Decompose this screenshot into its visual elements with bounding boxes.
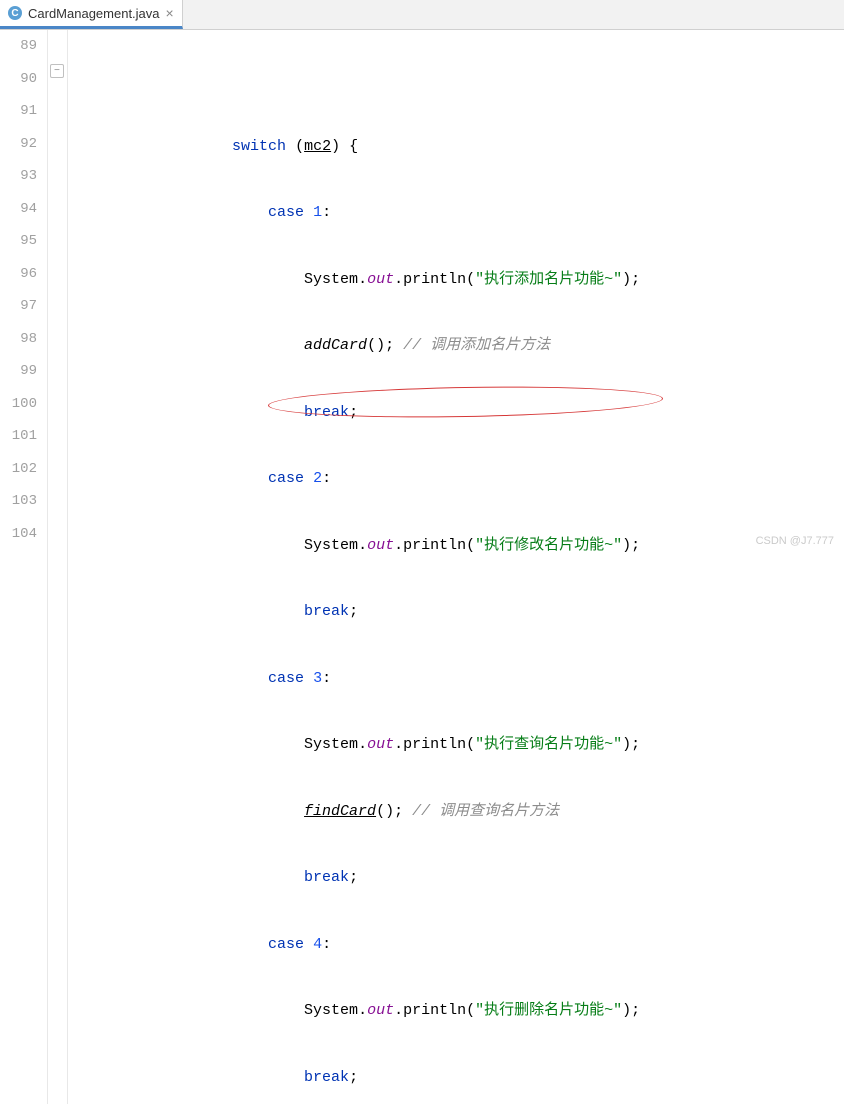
line-number: 90 <box>0 63 37 96</box>
java-class-icon: C <box>8 6 22 20</box>
line-number: 95 <box>0 225 37 258</box>
file-tab[interactable]: C CardManagement.java × <box>0 0 183 29</box>
fold-gutter: − <box>48 30 68 1104</box>
line-number: 104 <box>0 518 37 551</box>
line-number: 101 <box>0 420 37 453</box>
tab-bar: C CardManagement.java × <box>0 0 844 30</box>
line-number: 100 <box>0 388 37 421</box>
line-number: 99 <box>0 355 37 388</box>
line-number: 93 <box>0 160 37 193</box>
code-editor[interactable]: 89 90 91 92 93 94 95 96 97 98 99 100 101… <box>0 30 844 1104</box>
line-number: 94 <box>0 193 37 226</box>
code-area[interactable]: switch (mc2) { case 1: System.out.printl… <box>68 30 640 1104</box>
line-number: 102 <box>0 453 37 486</box>
line-number: 103 <box>0 485 37 518</box>
tab-filename: CardManagement.java <box>28 6 160 21</box>
line-number: 97 <box>0 290 37 323</box>
line-number: 92 <box>0 128 37 161</box>
watermark: CSDN @J7.777 <box>756 535 834 547</box>
line-number: 96 <box>0 258 37 291</box>
line-number: 89 <box>0 30 37 63</box>
line-number: 91 <box>0 95 37 128</box>
line-number-gutter: 89 90 91 92 93 94 95 96 97 98 99 100 101… <box>0 30 48 1104</box>
line-number: 98 <box>0 323 37 356</box>
fold-marker-icon[interactable]: − <box>50 64 64 78</box>
close-icon[interactable]: × <box>166 5 174 21</box>
